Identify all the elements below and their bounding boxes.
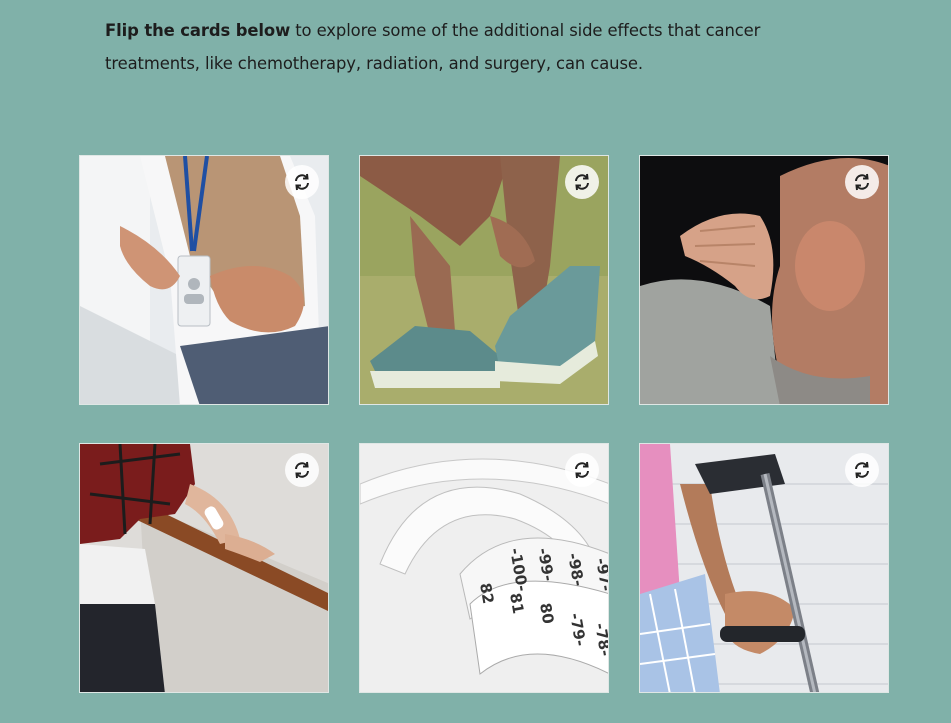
card-stair-railing[interactable] [79, 443, 329, 693]
card-measuring-tape[interactable]: -100- -99- -98- -97- 82 81 80 -79- -78- [359, 443, 609, 693]
flip-button[interactable] [565, 453, 599, 487]
flip-icon [295, 461, 309, 479]
intro-bold: Flip the cards below [105, 21, 291, 40]
card-stomach-pain[interactable] [79, 155, 329, 405]
tape-number: 80 [536, 602, 557, 626]
flip-icon [855, 173, 869, 191]
flip-button[interactable] [285, 165, 319, 199]
flip-icon [575, 461, 589, 479]
tape-number: 81 [506, 592, 527, 616]
flip-icon [295, 173, 309, 191]
flip-button[interactable] [845, 165, 879, 199]
flip-icon [855, 461, 869, 479]
flip-button[interactable] [845, 453, 879, 487]
intro-text: Flip the cards below to explore some of … [105, 14, 825, 80]
tape-number: 82 [476, 582, 497, 606]
card-neck-pain[interactable] [639, 155, 889, 405]
flip-button[interactable] [285, 453, 319, 487]
flip-button[interactable] [565, 165, 599, 199]
card-forearm-crutch[interactable] [639, 443, 889, 693]
card-leg-cramp[interactable] [359, 155, 609, 405]
flip-icon [575, 173, 589, 191]
